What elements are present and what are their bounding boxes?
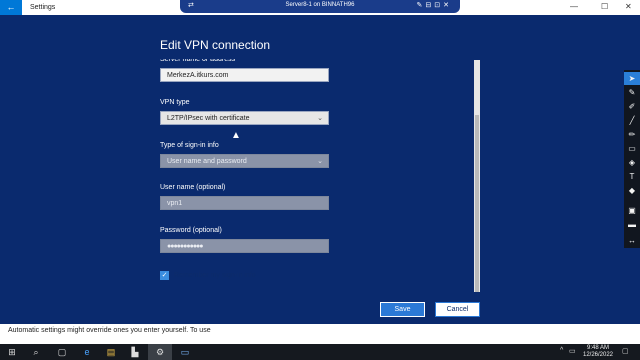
app-title: Settings	[30, 4, 56, 11]
line-icon[interactable]: ╱	[624, 114, 640, 127]
signin-type-label: Type of sign-in info	[160, 142, 219, 149]
cancel-button[interactable]: Cancel	[435, 302, 480, 317]
rectangle-icon[interactable]: ▭	[624, 142, 640, 155]
paint-bucket-icon[interactable]: ◈	[624, 156, 640, 169]
password-input[interactable]: ●●●●●●●●●●●	[160, 239, 329, 253]
clock-date: 12/26/2022	[582, 352, 614, 358]
maximize-button[interactable]: ☐	[601, 2, 608, 11]
arrow-cursor-icon[interactable]: ➤	[624, 72, 640, 85]
minimize-button[interactable]: —	[570, 2, 578, 11]
tray-chevron-icon[interactable]: ^	[560, 347, 563, 354]
signin-type-value: User name and password	[167, 158, 247, 165]
vpn-type-select[interactable]: L2TP/IPsec with certificate ⌄	[160, 111, 329, 125]
back-arrow-icon[interactable]: ←	[0, 0, 22, 15]
remember-checkbox[interactable]: ✓	[160, 271, 169, 280]
chevron-down-icon: ⌄	[317, 158, 323, 165]
network-icon[interactable]: ▭	[569, 347, 576, 355]
remote-session-bar: ⇄ Server8-1 on BINNATH96 ✎⊟⊡✕	[180, 0, 460, 13]
explorer-icon[interactable]: ▤	[99, 344, 123, 360]
password-label: Password (optional)	[160, 227, 222, 234]
background-settings-panel: Automatic settings might override ones y…	[0, 324, 640, 344]
server-input[interactable]: MerkezA.itkurs.com	[160, 68, 329, 82]
brush-icon[interactable]: ✏	[624, 128, 640, 141]
pen-toolbar: ➤ ✎ ✐ ╱ ✏ ▭ ◈ T ◆ ▣ ▬ ↔	[624, 70, 640, 248]
taskbar: ⊞ ⌕ ▢ e ▤ ▙ ⚙ ▭ ^ ▭ 9:48 AM 12/26/2022 ▢	[0, 344, 640, 360]
vpn-app-icon[interactable]: ▭	[173, 344, 197, 360]
chevron-down-icon: ⌄	[317, 115, 323, 122]
server-manager-icon[interactable]: ▙	[123, 344, 147, 360]
remote-window-controls[interactable]: ✎⊟⊡✕	[417, 1, 452, 9]
remember-label: Remember my sign-in info	[174, 272, 256, 279]
notifications-icon[interactable]: ▢	[622, 347, 629, 355]
search-icon[interactable]: ⌕	[24, 344, 48, 360]
task-view-icon[interactable]: ▢	[50, 344, 74, 360]
vpn-type-value: L2TP/IPsec with certificate	[167, 115, 250, 122]
eraser-icon[interactable]: ◆	[624, 184, 640, 197]
clear-icon[interactable]: ▣	[624, 204, 640, 217]
username-label: User name (optional)	[160, 184, 226, 191]
windows-start-icon[interactable]: ⊞	[0, 344, 24, 360]
ie-icon[interactable]: e	[75, 344, 99, 360]
vpn-type-label: VPN type	[160, 99, 190, 106]
username-input[interactable]: vpn1	[160, 196, 329, 210]
marker-icon[interactable]: ✐	[624, 100, 640, 113]
server-label: Server name or address	[160, 56, 236, 63]
scrollbar-thumb[interactable]	[475, 115, 479, 292]
line-weight-icon[interactable]: ▬	[624, 218, 640, 231]
close-button[interactable]: ✕	[625, 2, 632, 11]
clock[interactable]: 9:48 AM 12/26/2022	[578, 345, 618, 359]
signin-type-select[interactable]: User name and password ⌄	[160, 154, 329, 168]
scrollbar[interactable]	[474, 60, 480, 292]
mouse-cursor-icon: ▲	[231, 130, 241, 141]
settings-icon[interactable]: ⚙	[148, 344, 172, 360]
clock-time: 9:48 AM	[586, 345, 609, 351]
text-icon[interactable]: T	[624, 170, 640, 183]
save-button[interactable]: Save	[380, 302, 425, 317]
pencil-icon[interactable]: ✎	[624, 86, 640, 99]
expand-icon[interactable]: ↔	[624, 234, 640, 247]
dialog-heading: Edit VPN connection	[160, 38, 271, 52]
settings-note: Automatic settings might override ones y…	[8, 327, 211, 334]
